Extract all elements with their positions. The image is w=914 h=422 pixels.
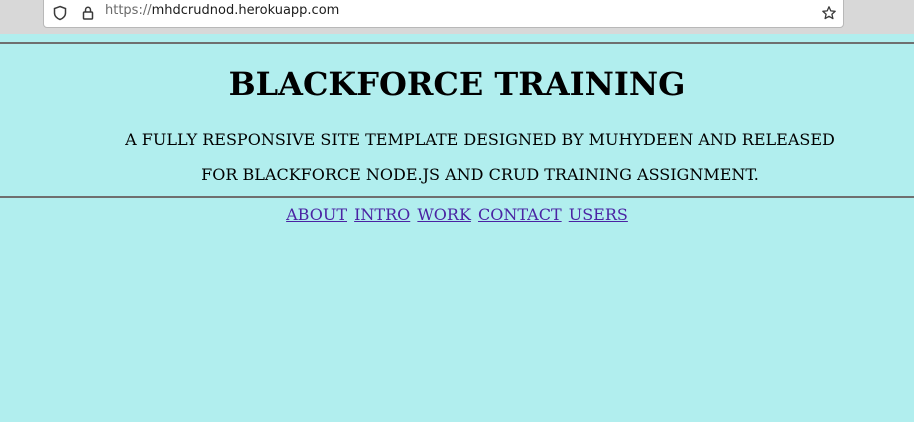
main-nav: ABOUT INTRO WORK CONTACT USERS [0, 204, 914, 226]
url-host: mhdcrudnod.herokuapp.com [151, 3, 340, 18]
nav-link-contact[interactable]: CONTACT [478, 205, 562, 224]
url-scheme: https:// [105, 3, 152, 18]
nav-link-work[interactable]: WORK [417, 205, 471, 224]
bookmark-star-icon[interactable] [821, 5, 837, 21]
site-tagline: A FULLY RESPONSIVE SITE TEMPLATE DESIGNE… [125, 130, 835, 184]
header-top-rule [0, 42, 914, 44]
nav-link-intro[interactable]: INTRO [354, 205, 410, 224]
page-content: BLACKFORCE TRAINING A FULLY RESPONSIVE S… [0, 34, 914, 422]
lock-icon[interactable] [80, 5, 96, 21]
shield-icon[interactable] [52, 5, 68, 21]
browser-toolbar: https://mhdcrudnod.herokuapp.com [0, 0, 914, 34]
header-bottom-rule [0, 196, 914, 198]
site-title: BLACKFORCE TRAINING [228, 65, 686, 103]
url-text[interactable]: https://mhdcrudnod.herokuapp.com [105, 2, 339, 20]
nav-link-users[interactable]: USERS [569, 205, 628, 224]
address-bar[interactable]: https://mhdcrudnod.herokuapp.com [43, 0, 844, 28]
nav-link-about[interactable]: ABOUT [286, 205, 347, 224]
